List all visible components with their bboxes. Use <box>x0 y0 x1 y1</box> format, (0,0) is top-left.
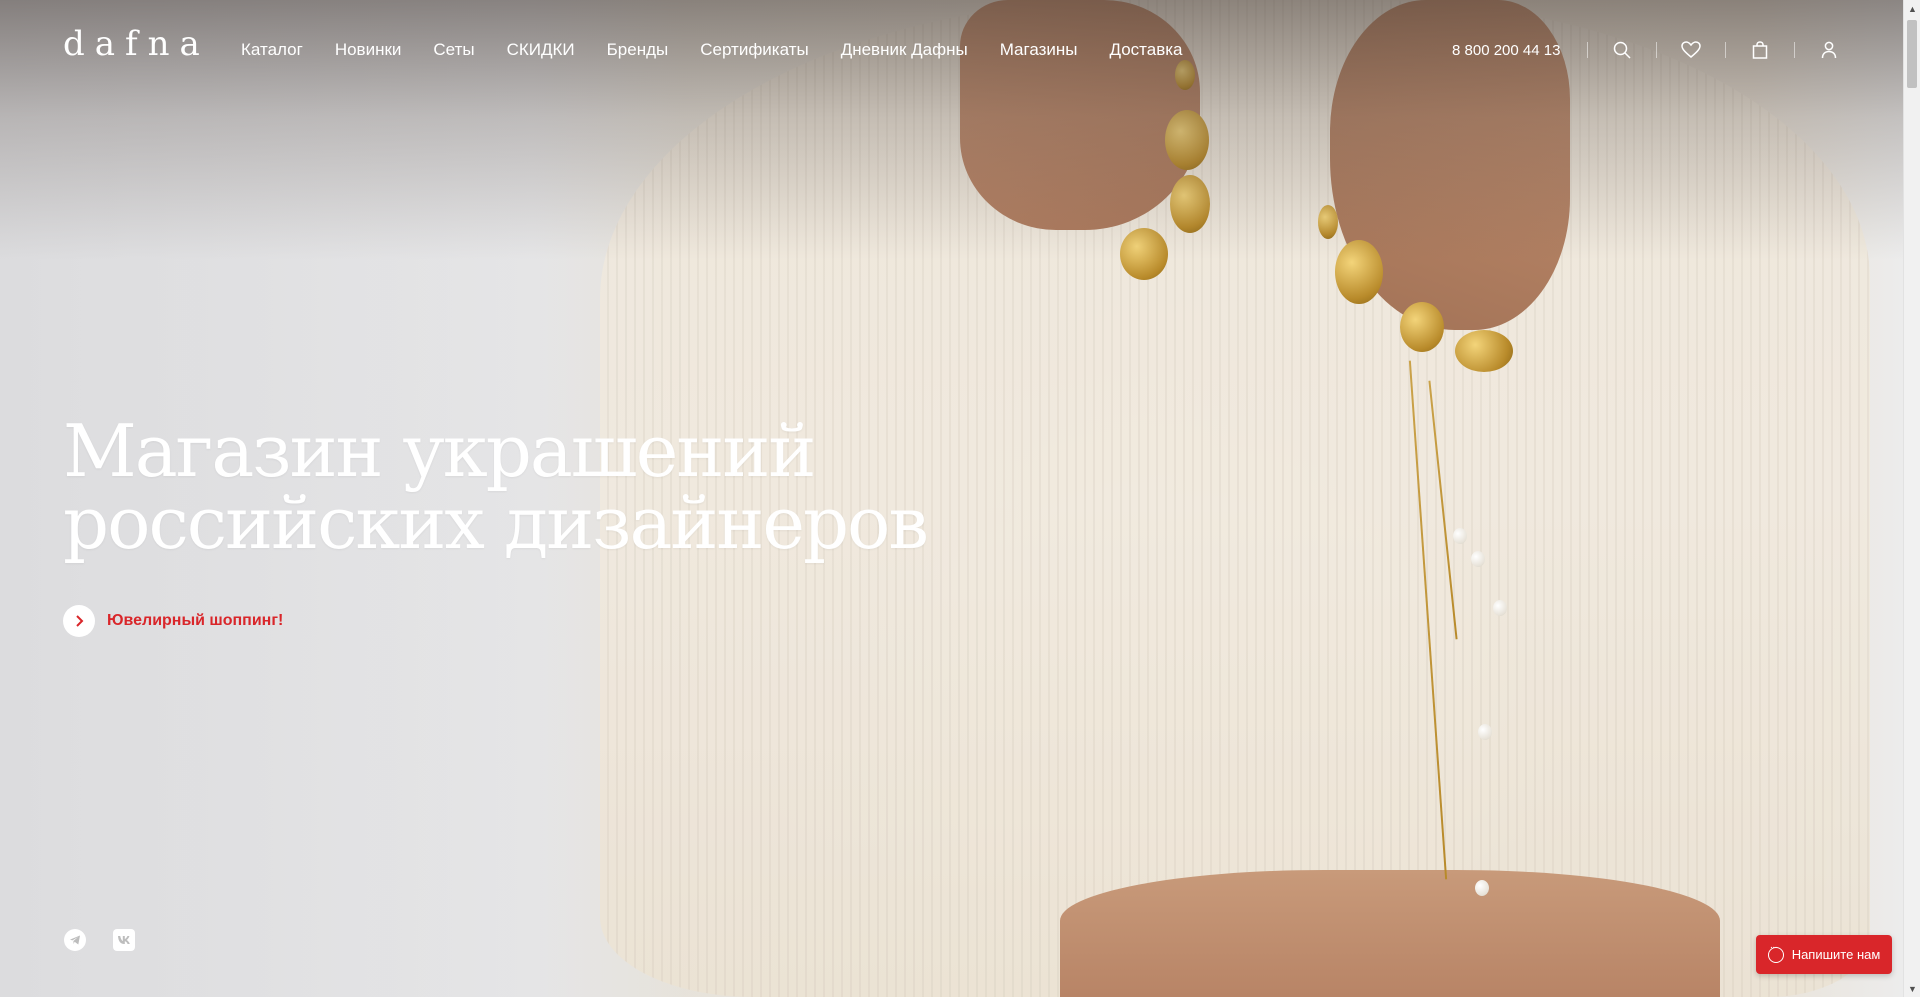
logo[interactable]: dafna <box>63 24 210 64</box>
nav-item-new[interactable]: Новинки <box>335 40 402 60</box>
search-icon[interactable] <box>1611 39 1633 61</box>
nav-item-brands[interactable]: Бренды <box>607 40 669 60</box>
chat-label: Напишите нам <box>1791 947 1881 962</box>
bag-icon[interactable] <box>1749 39 1771 61</box>
telegram-icon[interactable] <box>64 929 86 951</box>
nav-item-sets[interactable]: Сеты <box>433 40 474 60</box>
nav-item-delivery[interactable]: Доставка <box>1110 40 1183 60</box>
scroll-up-arrow-icon[interactable]: ▲ <box>1904 0 1920 17</box>
cta-label: Ювелирный шоппинг! <box>107 612 284 629</box>
shopping-cta-button[interactable]: Ювелирный шоппинг! <box>63 605 283 637</box>
site-header: dafna Каталог Новинки Сеты СКИДКИ Бренды… <box>0 0 1903 100</box>
user-icon[interactable] <box>1818 39 1840 61</box>
nav-item-diary[interactable]: Дневник Дафны <box>841 40 968 60</box>
chat-icon <box>1767 942 1784 963</box>
scrollbar[interactable]: ▲ ▼ <box>1903 0 1920 997</box>
heart-icon[interactable] <box>1680 39 1702 61</box>
nav-item-catalog[interactable]: Каталог <box>241 40 303 60</box>
scroll-down-arrow-icon[interactable]: ▼ <box>1904 980 1920 997</box>
main-nav: Каталог Новинки Сеты СКИДКИ Бренды Серти… <box>241 40 1215 60</box>
vk-icon[interactable] <box>113 929 135 951</box>
chat-button[interactable]: Напишите нам <box>1756 935 1892 974</box>
nav-item-stores[interactable]: Магазины <box>1000 40 1078 60</box>
phone-number[interactable]: 8 800 200 44 13 <box>1452 42 1560 59</box>
nav-item-sale[interactable]: СКИДКИ <box>507 40 575 60</box>
hero-title: Магазин украшений российских дизайнеров <box>63 415 929 559</box>
nav-item-certificates[interactable]: Сертификаты <box>700 40 808 60</box>
chevron-right-icon <box>63 605 95 637</box>
hero-title-line-2: российских дизайнеров <box>63 481 929 565</box>
scroll-thumb[interactable] <box>1907 20 1917 88</box>
